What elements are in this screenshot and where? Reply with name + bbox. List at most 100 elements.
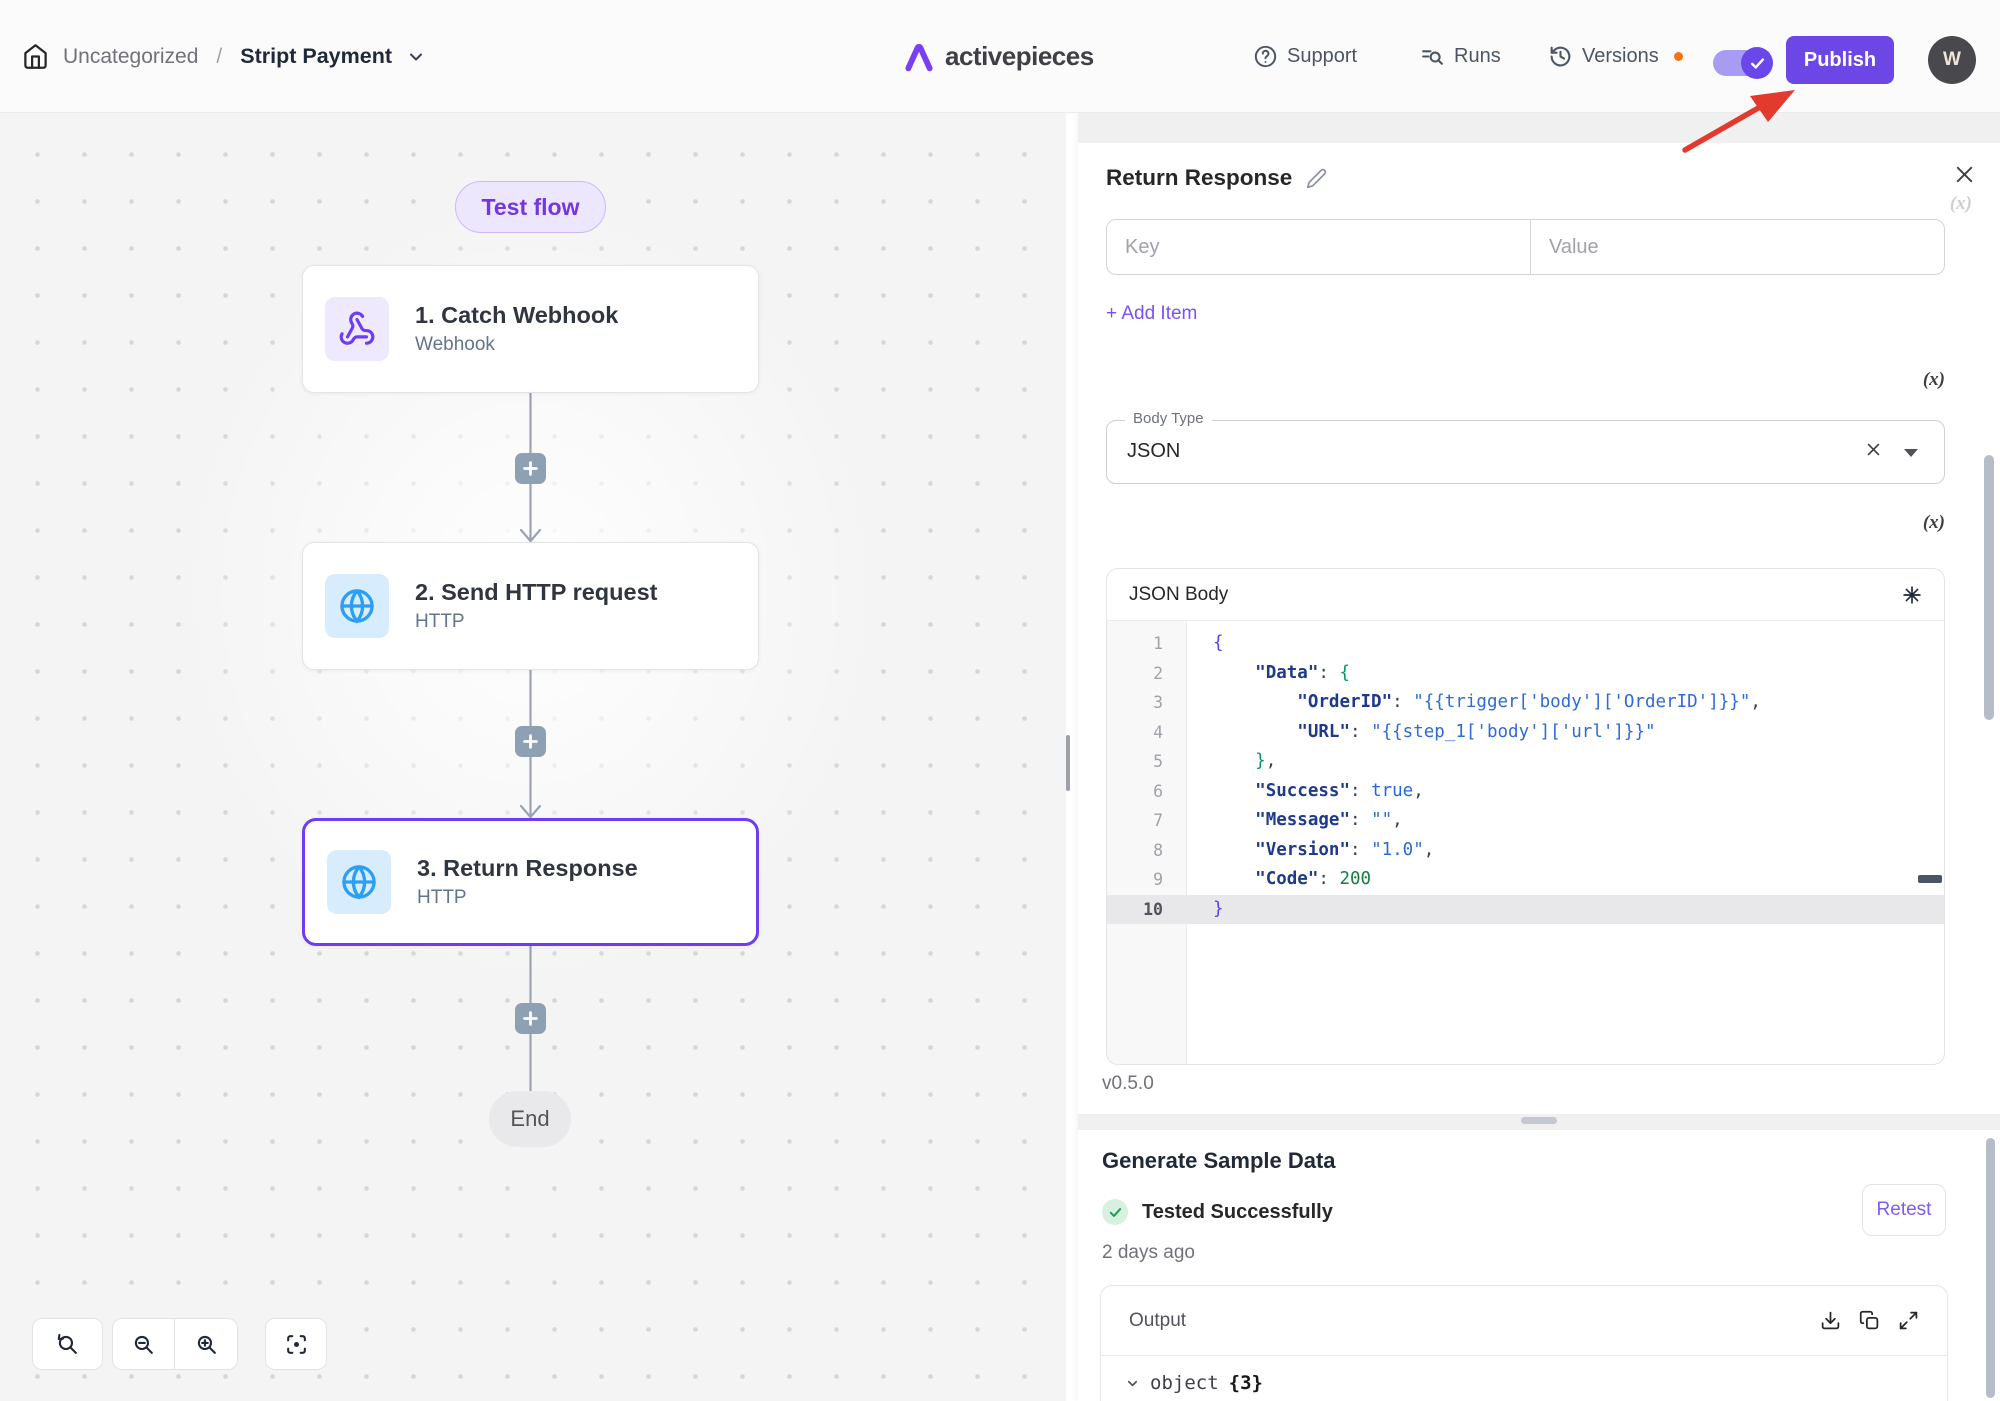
step-title: 2. Send HTTP request — [415, 579, 657, 606]
panel-title: Return Response — [1106, 165, 1292, 191]
breadcrumb: Uncategorized / Stript Payment — [22, 0, 426, 113]
panel-resize-handle[interactable] — [1066, 735, 1070, 791]
plus-icon — [523, 1011, 538, 1026]
dynamic-value-toggle-body-type[interactable]: (x) — [1923, 369, 1945, 391]
test-status-text: Tested Successfully — [1142, 1201, 1333, 1224]
test-timestamp: 2 days ago — [1102, 1242, 1195, 1264]
step-subtitle: HTTP — [417, 887, 638, 909]
runs-label: Runs — [1454, 45, 1501, 68]
plus-icon — [523, 734, 538, 749]
code-line: 1{ — [1107, 629, 1944, 659]
json-body-title: JSON Body — [1129, 584, 1228, 606]
home-button[interactable] — [22, 43, 49, 70]
step-card-return-response[interactable]: 3. Return Response HTTP — [302, 818, 759, 946]
code-editor[interactable]: 1{2 "Data": {3 "OrderID": "{{trigger['bo… — [1107, 621, 1944, 1065]
navbar: Uncategorized / Stript Payment activepie… — [0, 0, 2000, 113]
step-card-send-http[interactable]: 2. Send HTTP request HTTP — [302, 542, 759, 670]
step-card-catch-webhook[interactable]: 1. Catch Webhook Webhook — [302, 265, 759, 393]
add-step-button-3[interactable] — [515, 1003, 546, 1034]
line-number: 3 — [1107, 688, 1187, 718]
avatar[interactable]: W — [1928, 36, 1976, 84]
code-line: 3 "OrderID": "{{trigger['body']['OrderID… — [1107, 688, 1944, 718]
step-settings-panel: Return Response (x) + Add Item (x) Body … — [1078, 113, 2000, 1401]
dynamic-value-toggle-disabled[interactable]: (x) — [1950, 193, 1972, 215]
piece-version: v0.5.0 — [1102, 1073, 1154, 1095]
sample-scrollbar-thumb[interactable] — [1986, 1138, 1995, 1398]
download-output-button[interactable] — [1820, 1310, 1841, 1331]
flow-name[interactable]: Stript Payment — [240, 44, 392, 69]
unsaved-changes-dot — [1674, 52, 1683, 61]
code-line: 5 }, — [1107, 747, 1944, 777]
runs-button[interactable]: Runs — [1420, 0, 1501, 113]
flow-menu-chevron-icon[interactable] — [406, 47, 426, 67]
output-node-count: {3} — [1229, 1372, 1263, 1394]
copy-output-button[interactable] — [1859, 1310, 1880, 1331]
zoom-in-icon — [194, 1332, 219, 1357]
line-number: 1 — [1107, 629, 1187, 659]
body-type-value: JSON — [1127, 421, 1180, 482]
beautify-json-button[interactable] — [1902, 585, 1922, 605]
add-step-button-1[interactable] — [515, 453, 546, 484]
pencil-icon — [1306, 168, 1327, 189]
code-line: 9 "Code": 200 — [1107, 865, 1944, 895]
step-title: 1. Catch Webhook — [415, 302, 618, 329]
retest-button[interactable]: Retest — [1862, 1184, 1946, 1236]
line-number: 10 — [1107, 895, 1187, 925]
code-line: 7 "Message": "", — [1107, 806, 1944, 836]
step-subtitle: HTTP — [415, 611, 657, 633]
zoom-in-button[interactable] — [175, 1319, 237, 1369]
activepieces-logo: activepieces — [903, 0, 1094, 113]
support-button[interactable]: Support — [1253, 0, 1357, 113]
code-line: 4 "URL": "{{step_1['body']['url']}}" — [1107, 718, 1944, 748]
versions-label: Versions — [1582, 45, 1659, 68]
activepieces-logo-text: activepieces — [945, 41, 1094, 72]
code-line: 2 "Data": { — [1107, 659, 1944, 689]
key-input[interactable] — [1107, 220, 1531, 274]
output-header: Output — [1101, 1286, 1947, 1356]
panel-split-drag-handle[interactable] — [1521, 1117, 1557, 1124]
zoom-reset-icon — [55, 1332, 80, 1357]
help-icon — [1253, 44, 1278, 69]
expand-output-button[interactable] — [1898, 1310, 1919, 1331]
download-icon — [1820, 1310, 1841, 1331]
flow-enabled-toggle[interactable] — [1713, 50, 1769, 76]
dynamic-value-toggle-json-body[interactable]: (x) — [1923, 512, 1945, 534]
breadcrumb-parent[interactable]: Uncategorized — [63, 45, 198, 69]
clear-icon — [1865, 441, 1882, 458]
output-card: Output — [1100, 1285, 1948, 1401]
code-lines: 1{2 "Data": {3 "OrderID": "{{trigger['bo… — [1107, 621, 1944, 924]
select-caret-icon[interactable] — [1904, 449, 1918, 457]
add-item-button[interactable]: + Add Item — [1106, 303, 1197, 325]
runs-icon — [1420, 44, 1445, 69]
add-step-button-2[interactable] — [515, 726, 546, 757]
zoom-buttons-group — [112, 1318, 238, 1370]
zoom-reset-button[interactable] — [32, 1318, 103, 1370]
flow-canvas[interactable]: Test flow 1. Catch Webhook Webhook 2. Se… — [0, 113, 1066, 1401]
code-line: 6 "Success": true, — [1107, 777, 1944, 807]
publish-button[interactable]: Publish — [1786, 36, 1894, 84]
zoom-out-button[interactable] — [113, 1319, 175, 1369]
toggle-check-icon — [1741, 47, 1773, 79]
plus-icon — [523, 461, 538, 476]
value-input[interactable] — [1531, 220, 1944, 274]
rename-step-button[interactable] — [1306, 168, 1327, 189]
body-type-select[interactable]: Body Type JSON — [1106, 420, 1945, 484]
panel-header: Return Response — [1106, 165, 1327, 191]
versions-button[interactable]: Versions — [1548, 0, 1683, 113]
close-panel-button[interactable] — [1953, 163, 1976, 186]
panel-scrollbar-thumb[interactable] — [1984, 455, 1994, 720]
step-title: 3. Return Response — [417, 855, 638, 882]
test-flow-button[interactable]: Test flow — [455, 181, 606, 233]
code-scrollbar-thumb[interactable] — [1918, 875, 1942, 883]
success-check-icon — [1102, 1199, 1128, 1225]
headers-key-value-row — [1106, 219, 1945, 275]
line-number: 4 — [1107, 718, 1187, 748]
fit-to-view-button[interactable] — [265, 1318, 327, 1370]
globe-icon — [325, 574, 389, 638]
output-object-row[interactable]: object {3} — [1101, 1356, 1947, 1394]
sample-data-section: Generate Sample Data Tested Successfully… — [1078, 1130, 2000, 1401]
json-body-header: JSON Body — [1107, 569, 1944, 621]
flow-end-marker: End — [489, 1091, 571, 1147]
line-number: 7 — [1107, 806, 1187, 836]
clear-body-type-button[interactable] — [1865, 441, 1882, 458]
